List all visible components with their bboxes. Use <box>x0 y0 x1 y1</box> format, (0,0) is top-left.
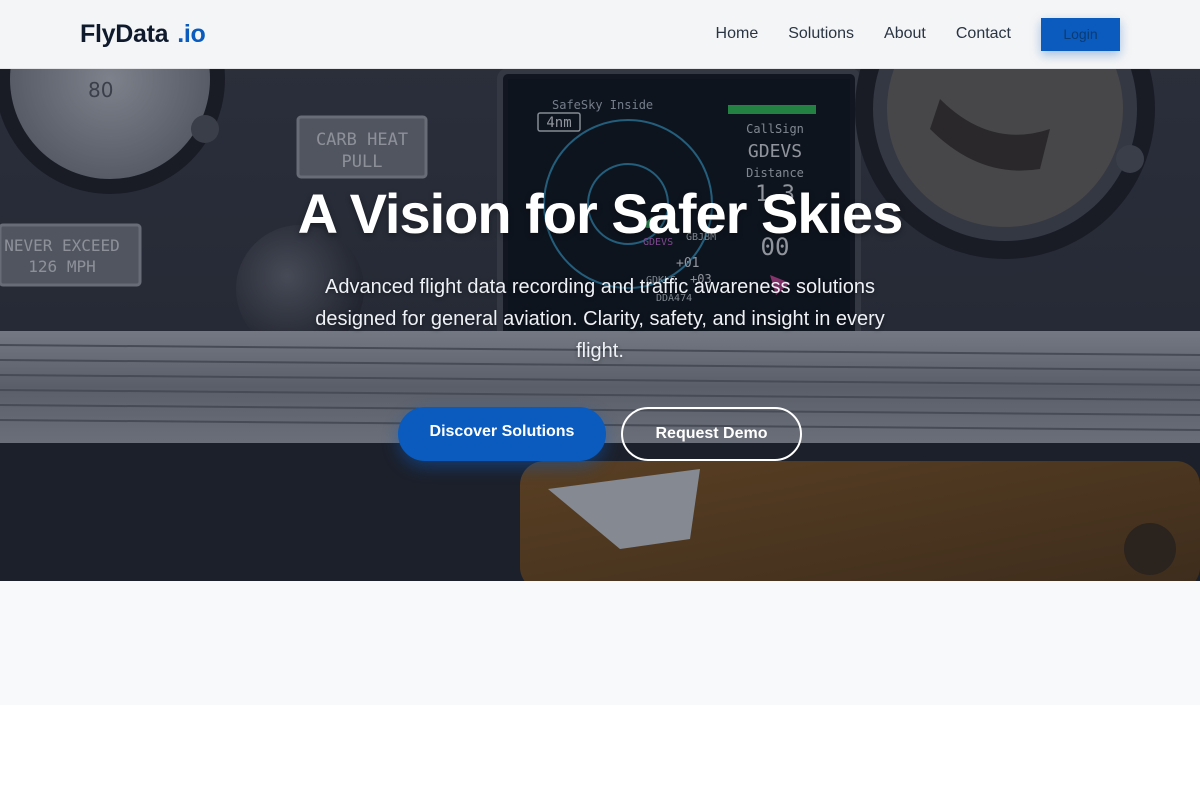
discover-solutions-button[interactable]: Discover Solutions <box>398 407 606 461</box>
request-demo-button[interactable]: Request Demo <box>621 407 802 461</box>
nav-home[interactable]: Home <box>716 25 759 43</box>
login-button[interactable]: Login <box>1041 17 1120 51</box>
hero-subtitle: Advanced flight data recording and traff… <box>315 276 885 362</box>
logo[interactable]: FlyData .io <box>80 19 206 49</box>
hero-section: 80 CARB HEAT PULL NEVER EXCEED 126 MPH S… <box>0 69 1200 581</box>
hero-title: A Vision for Safer Skies <box>297 182 904 245</box>
hero-actions: Discover Solutions Request Demo <box>0 407 1200 461</box>
nav-about[interactable]: About <box>884 25 926 43</box>
nav-solutions[interactable]: Solutions <box>788 25 854 43</box>
logo-text: FlyData <box>80 19 169 48</box>
main-nav: Home Solutions About Contact Login <box>716 17 1120 51</box>
site-header: FlyData .io Home Solutions About Contact… <box>0 0 1200 69</box>
hero-content: A Vision for Safer Skies Advanced flight… <box>0 69 1200 581</box>
nav-contact[interactable]: Contact <box>956 25 1011 43</box>
logo-suffix: .io <box>177 19 206 48</box>
content-section <box>0 581 1200 705</box>
